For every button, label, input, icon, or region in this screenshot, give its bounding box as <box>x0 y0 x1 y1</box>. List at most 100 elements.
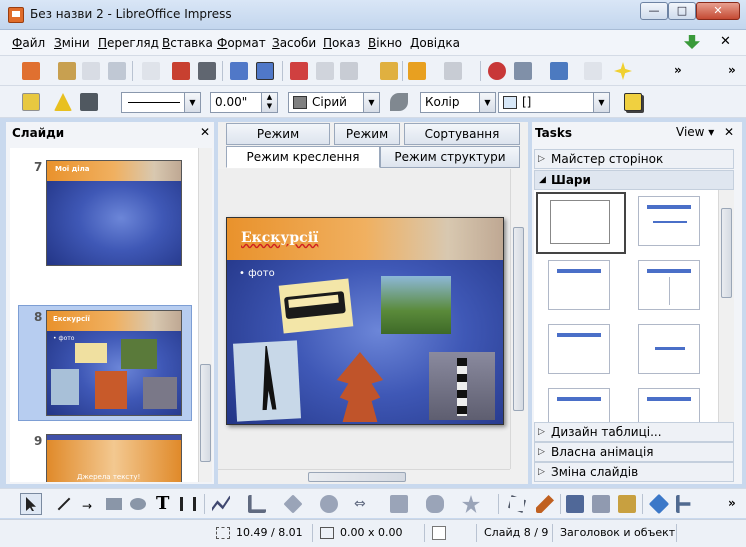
menu-insert[interactable]: Вставка <box>162 36 213 50</box>
chevron-down-icon[interactable]: ▼ <box>363 93 379 112</box>
close-window-button[interactable]: ✕ <box>696 2 740 20</box>
glue-points-icon[interactable] <box>536 495 554 513</box>
alignment-icon[interactable] <box>676 495 691 513</box>
layouts-scrollbar[interactable] <box>718 190 734 422</box>
menu-format[interactable]: Формат <box>217 36 266 50</box>
chart-icon[interactable] <box>488 62 506 80</box>
layout-title-content[interactable] <box>548 260 610 310</box>
gallery-icon[interactable] <box>618 495 636 513</box>
print-icon[interactable] <box>198 62 216 80</box>
layout-title-two-content[interactable] <box>638 260 700 310</box>
layout-title-only[interactable] <box>638 196 700 246</box>
stars-icon[interactable] <box>462 495 480 513</box>
area-style-select[interactable]: Колір ▼ <box>420 92 496 113</box>
flowchart-icon[interactable] <box>390 495 408 513</box>
chevron-down-icon[interactable]: ▼ <box>479 93 495 112</box>
tasks-view-menu[interactable]: View ▾ <box>676 125 714 139</box>
paste-icon[interactable] <box>340 62 358 80</box>
fontwork-icon[interactable] <box>566 495 584 513</box>
undo-icon[interactable] <box>408 62 426 80</box>
text-tool-icon[interactable]: T <box>156 493 169 514</box>
table-icon[interactable] <box>514 62 532 80</box>
vertical-scrollbar[interactable] <box>510 169 526 469</box>
toolbar-overflow-icon[interactable]: » <box>674 63 682 77</box>
maximize-button[interactable]: □ <box>668 2 696 20</box>
line-style-select[interactable]: ▼ <box>121 92 201 113</box>
tab-handout[interactable]: Режим тез <box>334 123 400 161</box>
toolbar-overflow-icon[interactable]: » <box>728 63 736 77</box>
block-arrows-icon[interactable]: ⇔ <box>354 496 366 512</box>
bus-clipart-image[interactable] <box>278 278 354 334</box>
line-color-select[interactable]: Сірий ▼ <box>288 92 380 113</box>
connector-tool-icon[interactable] <box>248 495 266 513</box>
export-pdf-icon[interactable] <box>172 62 190 80</box>
chevron-down-icon[interactable]: ▼ <box>184 93 200 112</box>
horizontal-scrollbar[interactable] <box>218 469 510 484</box>
task-custom-animation[interactable]: Власна анімація <box>534 442 734 462</box>
scrollbar-thumb[interactable] <box>308 472 406 482</box>
close-pane-button[interactable]: ✕ <box>724 125 734 139</box>
copy-icon[interactable] <box>316 62 334 80</box>
select-pointer-icon[interactable] <box>20 493 42 515</box>
spin-icon[interactable]: ▲ ▼ <box>261 93 277 112</box>
tab-drawing[interactable]: Режим креслення <box>226 146 380 168</box>
layout-title[interactable] <box>548 324 610 374</box>
symbol-shapes-icon[interactable] <box>320 495 338 513</box>
line-tool-icon[interactable] <box>57 497 71 511</box>
menu-view[interactable]: Перегляд <box>98 36 159 50</box>
ellipse-tool-icon[interactable] <box>130 498 146 510</box>
close-document-button[interactable]: ✕ <box>720 34 731 49</box>
shadow-icon[interactable] <box>624 93 642 111</box>
menu-tools[interactable]: Засоби <box>272 36 316 50</box>
menu-window[interactable]: Вікно <box>368 36 402 50</box>
navigator-icon[interactable] <box>550 62 568 80</box>
toolbar-overflow-icon[interactable]: » <box>728 496 736 510</box>
layout-blank-selected[interactable] <box>536 192 626 254</box>
close-pane-button[interactable]: ✕ <box>200 125 210 139</box>
rectangle-tool-icon[interactable] <box>106 498 122 510</box>
save-icon[interactable] <box>82 62 100 80</box>
grid-icon[interactable] <box>584 62 602 80</box>
chevron-down-icon[interactable]: ▼ <box>593 93 609 112</box>
email-icon[interactable] <box>108 62 126 80</box>
callouts-icon[interactable] <box>426 495 444 513</box>
tab-slide-sorter[interactable]: Сортування слайду <box>404 123 520 161</box>
document-modified-icon[interactable] <box>432 526 446 540</box>
tab-notes[interactable]: Режим приміток <box>226 123 330 161</box>
line-width-field[interactable]: 0.00" ▲ ▼ <box>210 92 278 113</box>
slide-thumbnail[interactable]: Мої діла <box>46 160 182 266</box>
scrollbar-thumb[interactable] <box>721 208 732 298</box>
cut-icon[interactable] <box>290 62 308 80</box>
scrollbar-thumb[interactable] <box>513 227 524 411</box>
layout-title-content-2[interactable] <box>638 388 700 422</box>
lighthouse-image[interactable] <box>429 352 495 420</box>
layout-title-2-content-1[interactable] <box>548 388 610 422</box>
area-fill-select[interactable]: [] ▼ <box>498 92 610 113</box>
menu-file[interactable]: Файл <box>12 36 45 50</box>
update-download-icon[interactable] <box>684 35 700 49</box>
styles-icon[interactable] <box>22 93 40 111</box>
line-icon[interactable] <box>54 93 72 111</box>
task-master-pages[interactable]: Майстер сторінок <box>534 149 734 169</box>
area-fill-icon[interactable] <box>390 93 408 111</box>
layout-centered-text[interactable] <box>638 324 700 374</box>
menu-edit[interactable]: Зміни <box>54 36 90 50</box>
extrusion-icon[interactable] <box>648 493 670 515</box>
house-photo-image[interactable] <box>381 276 451 334</box>
vertical-text-icon[interactable] <box>180 497 196 511</box>
curve-tool-icon[interactable] <box>212 495 230 512</box>
task-layouts[interactable]: ◢ Шари <box>534 170 734 190</box>
slide-thumbnail[interactable]: Джерела тексту! <box>46 434 182 482</box>
redo-icon[interactable] <box>444 62 462 80</box>
from-file-icon[interactable] <box>592 495 610 513</box>
points-edit-icon[interactable] <box>508 495 526 513</box>
minimize-button[interactable]: — <box>640 2 668 20</box>
slide-title[interactable]: Екскурсії <box>241 230 318 246</box>
content-bullet[interactable]: • фото <box>239 268 275 279</box>
eiffel-tower-image[interactable] <box>233 340 301 422</box>
current-slide[interactable]: Екскурсії • фото <box>226 217 504 425</box>
edit-file-icon[interactable] <box>142 62 160 80</box>
pagoda-image[interactable] <box>325 342 395 426</box>
clone-formatting-icon[interactable] <box>380 62 398 80</box>
star-shapes-icon[interactable] <box>614 62 632 80</box>
